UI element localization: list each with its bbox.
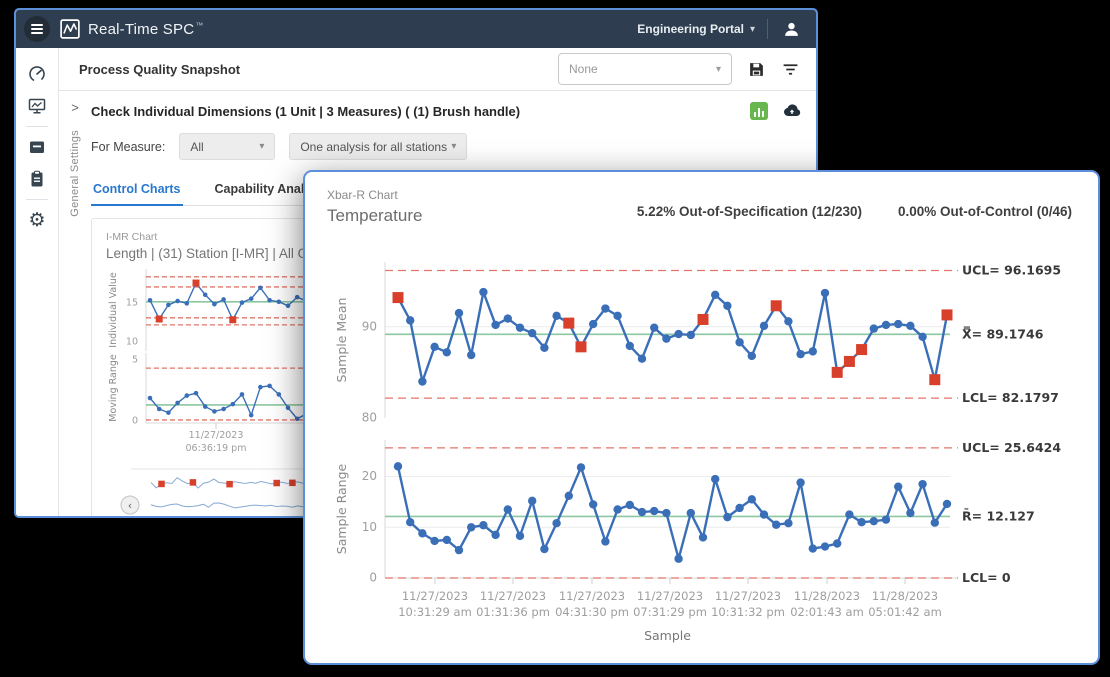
cloud-download-icon[interactable]: [782, 101, 802, 121]
svg-text:11/28/2023: 11/28/2023: [872, 589, 938, 603]
svg-text:11/27/2023: 11/27/2023: [559, 589, 625, 603]
xbar-chart-type-label: Xbar-R Chart: [327, 188, 422, 202]
svg-text:11/27/2023: 11/27/2023: [715, 589, 781, 603]
out-of-spec-stat: 5.22% Out-of-Specification (12/230): [637, 204, 862, 219]
svg-text:X̿= 89.1746: X̿= 89.1746: [962, 326, 1044, 341]
svg-text:80: 80: [362, 411, 377, 425]
save-icon[interactable]: [746, 59, 766, 79]
svg-text:R̄= 12.127: R̄= 12.127: [962, 508, 1035, 523]
svg-text:0: 0: [132, 415, 138, 426]
svg-text:06:36:19 pm: 06:36:19 pm: [186, 443, 247, 454]
hamburger-menu-icon[interactable]: [24, 16, 50, 42]
svg-text:10: 10: [126, 336, 138, 347]
chevron-down-icon: ▾: [259, 141, 264, 152]
svg-text:LCL= 82.1797: LCL= 82.1797: [962, 390, 1059, 405]
monitor-chart-icon[interactable]: [26, 95, 48, 117]
page-header: Process Quality Snapshot None ▾: [59, 48, 816, 91]
svg-text:UCL= 25.6424: UCL= 25.6424: [962, 440, 1061, 455]
svg-text:10: 10: [362, 520, 377, 534]
svg-text:01:31:36 pm: 01:31:36 pm: [476, 605, 550, 619]
rail-label: General Settings: [69, 130, 81, 217]
out-of-control-stat: 0.00% Out-of-Control (0/46): [898, 204, 1072, 219]
general-settings-rail: > General Settings: [59, 91, 91, 518]
xbar-chart-title: Temperature: [327, 206, 422, 226]
svg-text:11/27/2023: 11/27/2023: [480, 589, 546, 603]
svg-text:‹: ‹: [128, 499, 132, 512]
svg-text:5: 5: [132, 355, 138, 366]
svg-text:Sample Mean: Sample Mean: [334, 298, 349, 383]
svg-text:11/28/2023: 11/28/2023: [794, 589, 860, 603]
svg-text:11/27/2023: 11/27/2023: [402, 589, 468, 603]
top-navbar: Real-Time SPC™ Engineering Portal ▾: [16, 10, 816, 48]
svg-text:Sample Range: Sample Range: [334, 463, 349, 554]
clipboard-icon[interactable]: [26, 168, 48, 190]
svg-text:0: 0: [369, 571, 377, 585]
svg-text:11/27/2023: 11/27/2023: [189, 430, 244, 441]
chevron-down-icon: ▾: [750, 24, 755, 35]
for-measure-label: For Measure:: [91, 140, 165, 154]
user-account-icon[interactable]: [780, 18, 802, 40]
svg-text:04:31:30 pm: 04:31:30 pm: [555, 605, 629, 619]
app-logo-icon: [60, 19, 80, 39]
svg-text:Sample: Sample: [644, 628, 691, 643]
svg-text:UCL= 96.1695: UCL= 96.1695: [962, 262, 1061, 277]
svg-text:90: 90: [362, 319, 377, 333]
trademark: ™: [195, 21, 203, 30]
chevron-down-icon: ▾: [716, 64, 721, 75]
sidebar-divider: [26, 199, 48, 200]
svg-text:LCL= 0: LCL= 0: [962, 570, 1011, 585]
svg-text:07:31:29 pm: 07:31:29 pm: [633, 605, 707, 619]
svg-text:10:31:29 am: 10:31:29 am: [398, 605, 472, 619]
filter-icon[interactable]: [780, 59, 800, 79]
svg-text:20: 20: [362, 469, 377, 483]
navbar-divider: [767, 19, 768, 39]
svg-text:05:01:42 am: 05:01:42 am: [868, 605, 942, 619]
dashboard-gauge-icon[interactable]: [26, 63, 48, 85]
tab-control-charts[interactable]: Control Charts: [91, 176, 183, 206]
screenshot-canvas: Real-Time SPC™ Engineering Portal ▾: [0, 0, 1110, 677]
page-title: Process Quality Snapshot: [79, 62, 240, 77]
section-title: Check Individual Dimensions (1 Unit | 3 …: [91, 104, 520, 119]
xbar-r-chart-canvas[interactable]: 80 90 UCL= 96.1695 X̿= 89.1746 LCL= 82.1797 S…: [310, 230, 1096, 658]
left-sidebar: ⚙: [16, 48, 59, 518]
export-chart-icon[interactable]: [750, 102, 768, 120]
sidebar-divider: [26, 126, 48, 127]
svg-text:11/27/2023: 11/27/2023: [637, 589, 703, 603]
svg-text:10:31:32 pm: 10:31:32 pm: [711, 605, 785, 619]
svg-text:Individual Value: Individual Value: [108, 272, 119, 348]
measure-select[interactable]: All▾: [179, 133, 275, 160]
expand-chevron-icon[interactable]: >: [71, 101, 79, 114]
analysis-select[interactable]: One analysis for all stations▾: [289, 133, 467, 160]
svg-text:Moving Range: Moving Range: [108, 354, 119, 422]
preset-select[interactable]: None ▾: [558, 53, 732, 85]
svg-text:15: 15: [126, 297, 138, 308]
archive-box-icon[interactable]: [26, 136, 48, 158]
chevron-down-icon: ▾: [451, 141, 456, 152]
svg-text:02:01:43 am: 02:01:43 am: [790, 605, 864, 619]
settings-gear-icon[interactable]: ⚙: [26, 209, 48, 231]
xbar-r-chart-window: Xbar-R Chart Temperature 5.22% Out-of-Sp…: [303, 170, 1100, 665]
app-title: Real-Time SPC™: [88, 21, 203, 38]
portal-dropdown[interactable]: Engineering Portal ▾: [637, 22, 755, 36]
